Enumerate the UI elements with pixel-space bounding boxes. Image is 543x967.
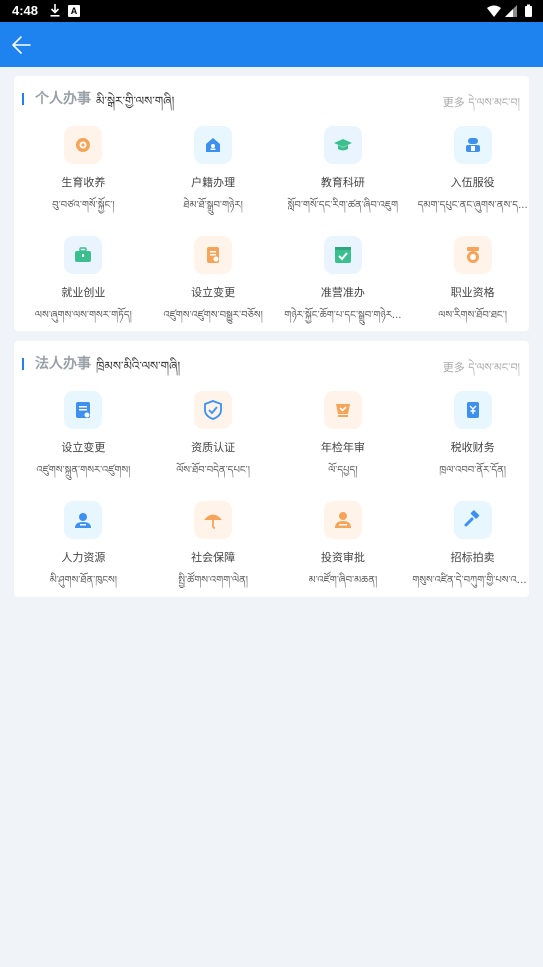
service-item-human-resources[interactable]: 人力资源 མི་ཤུགས་ཐོན་ཁུངས། xyxy=(21,497,146,607)
service-label-tibetan: ལས་ཞུགས་ལས་གསར་གཏོད། xyxy=(34,310,132,321)
service-label-tibetan: ལས་རིགས་ཐོབ་ཐང་། xyxy=(438,310,507,321)
service-label-tibetan: ལོས་ཐོབ་བདེན་དཔང་། xyxy=(176,465,250,476)
service-label: 准营准办 xyxy=(320,286,365,299)
status-bar: 4:48 A xyxy=(0,0,543,22)
service-item-establishment-change[interactable]: 设立变更 འཛུགས་འཛུགས་བསྒྱུར་བཅོས། xyxy=(151,232,276,342)
status-icons xyxy=(487,4,532,17)
service-label: 税收财务 xyxy=(450,441,495,454)
section-title-tibetan: མི་སྒེར་གྱི་ལས་གཞི། xyxy=(96,94,175,108)
investor-icon xyxy=(323,501,362,539)
back-arrow-icon[interactable] xyxy=(8,29,40,61)
service-label-tibetan: འཛུགས་འཛུགས་བསྒྱུར་བཅོས། xyxy=(163,310,263,321)
service-item-education-research[interactable]: 教育科研 སློབ་གསོ་དང་རིག་ཚན་ཞིབ་འཇུག xyxy=(281,122,406,232)
shield-check-icon xyxy=(194,391,233,429)
wifi-icon xyxy=(487,5,501,17)
service-label-tibetan: བུ་བཙའ་གསོ་སྐྱོང་། xyxy=(52,200,115,211)
service-grid: 设立变更 འཛུགས་སྐྲུན་གསར་འཛུགས། 资质认证 ལོས་ཐོབ… xyxy=(14,387,534,607)
service-label: 设立变更 xyxy=(191,286,236,299)
service-label-tibetan: འཛུགས་སྐྲུན་གསར་འཛུགས། xyxy=(36,465,131,476)
service-label-tibetan: ཁྲལ་འབབ་ནོར་དོན། xyxy=(439,465,506,476)
checkbox-icon xyxy=(323,236,362,274)
service-item-business-permit[interactable]: 准营准办 གཉེར་སྐྱོང་ཆོག་པ་དང་སྒྲུབ་གཉེར... xyxy=(281,232,406,342)
service-label: 投资审批 xyxy=(320,551,365,564)
service-item-vocational-qualification[interactable]: 职业资格 ལས་རིགས་ཐོབ་ཐང་། xyxy=(410,232,535,342)
section-header: 个人办事 མི་སྒེར་གྱི་ལས་གཞི། 更多 དེ་ལས་མང་བ། xyxy=(14,76,529,118)
section-accent-bar xyxy=(22,93,24,105)
people-icon xyxy=(64,501,103,539)
soldier-icon xyxy=(453,126,492,164)
service-item-establishment-change[interactable]: 设立变更 འཛུགས་སྐྲུན་གསར་འཛུགས། xyxy=(21,387,146,497)
service-item-birth-adoption[interactable]: 生育收养 བུ་བཙའ་གསོ་སྐྱོང་། xyxy=(21,122,146,232)
service-label: 年检年审 xyxy=(320,441,365,454)
service-label: 户籍办理 xyxy=(191,176,236,189)
service-label: 教育科研 xyxy=(320,176,365,189)
service-label: 入伍服役 xyxy=(450,176,495,189)
service-label: 资质认证 xyxy=(191,441,236,454)
status-time: 4:48 xyxy=(12,3,39,18)
more-link[interactable]: 更多 དེ་ལས་མང་བ། xyxy=(443,90,520,121)
section-accent-bar xyxy=(22,358,24,370)
notification-a-icon: A xyxy=(68,5,80,17)
document-icon xyxy=(194,236,233,274)
service-grid: 生育收养 བུ་བཙའ་གསོ་སྐྱོང་། 户籍办理 ཐེམ་ཐོ་སྒྲུ… xyxy=(14,122,529,342)
umbrella-icon xyxy=(194,501,233,539)
service-label: 设立变更 xyxy=(61,441,106,454)
service-label: 职业资格 xyxy=(450,286,495,299)
service-item-qualification-certification[interactable]: 资质认证 ལོས་ཐོབ་བདེན་དཔང་། xyxy=(151,387,276,497)
graduation-cap-icon xyxy=(323,126,362,164)
service-item-tax-finance[interactable]: 税收财务 ཁྲལ་འབབ་ནོར་དོན། xyxy=(410,387,535,497)
service-item-bidding-auction[interactable]: 招标拍卖 གསུས་འཛིན་དེ་བཀུག་གྱི་པས་འཚོང་། xyxy=(410,497,535,607)
annual-review-icon xyxy=(323,391,362,429)
service-label-tibetan: ལོ་དཔྱད། xyxy=(328,465,358,476)
service-label-tibetan: དམག་དཔུང་ནང་ཞུགས་ནས་ད... xyxy=(417,200,528,211)
service-item-investment-approval[interactable]: 投资审批 མ་འཛོག་ཞིབ་མཆན། xyxy=(281,497,406,607)
download-icon xyxy=(50,4,60,17)
service-item-military-service[interactable]: 入伍服役 དམག་དཔུང་ནང་ཞུགས་ནས་ད... xyxy=(410,122,535,232)
service-label-tibetan: སྤྱི་ཚོགས་འགག་ལེན། xyxy=(178,575,248,586)
service-label-tibetan: མི་ཤུགས་ཐོན་ཁུངས། xyxy=(49,575,117,586)
form-icon xyxy=(64,391,103,429)
legal-entity-affairs-section: 法人办事 ཁྲིམས་མིའི་ལས་གཞི། 更多 དེ་ལས་མང་བ། 设… xyxy=(14,341,534,597)
service-label: 社会保障 xyxy=(191,551,236,564)
service-item-social-security[interactable]: 社会保障 སྤྱི་ཚོགས་འགག་ལེན། xyxy=(151,497,276,607)
service-label: 人力资源 xyxy=(61,551,106,564)
service-label-tibetan: གསུས་འཛིན་དེ་བཀུག་གྱི་པས་འཚོང་། xyxy=(412,575,534,586)
briefcase-icon xyxy=(64,236,103,274)
medal-icon xyxy=(453,236,492,274)
section-title: 个人办事 xyxy=(35,91,91,107)
service-label: 就业创业 xyxy=(61,286,106,299)
service-label-tibetan: ཐེམ་ཐོ་སྒྲུབ་གཉེར། xyxy=(183,200,243,211)
battery-icon xyxy=(525,4,532,17)
more-link[interactable]: 更多 དེ་ལས་མང་བ། xyxy=(443,355,520,386)
section-title: 法人办事 xyxy=(35,356,91,372)
service-label-tibetan: སློབ་གསོ་དང་རིག་ཚན་ཞིབ་འཇུག xyxy=(287,200,399,211)
service-label-tibetan: མ་འཛོག་ཞིབ་མཆན། xyxy=(308,575,378,586)
house-icon xyxy=(194,126,233,164)
section-header: 法人办事 ཁྲིམས་མིའི་ལས་གཞི། 更多 དེ་ལས་མང་བ། xyxy=(14,341,529,383)
signal-icon xyxy=(505,5,517,17)
section-title-tibetan: ཁྲིམས་མིའི་ལས་གཞི། xyxy=(96,359,181,373)
baby-icon xyxy=(64,126,103,164)
service-item-household-registration[interactable]: 户籍办理 ཐེམ་ཐོ་སྒྲུབ་གཉེར། xyxy=(151,122,276,232)
gavel-icon xyxy=(453,501,492,539)
service-item-employment[interactable]: 就业创业 ལས་ཞུགས་ལས་གསར་གཏོད། xyxy=(21,232,146,342)
personal-affairs-section: 个人办事 མི་སྒེར་གྱི་ལས་གཞི། 更多 དེ་ལས་མང་བ། … xyxy=(14,76,529,331)
tax-icon xyxy=(453,391,492,429)
service-item-annual-inspection[interactable]: 年检年审 ལོ་དཔྱད། xyxy=(281,387,406,497)
service-label-tibetan: གཉེར་སྐྱོང་ཆོག་པ་དང་སྒྲུབ་གཉེར... xyxy=(284,310,402,321)
app-bar xyxy=(0,22,543,67)
service-label: 招标拍卖 xyxy=(450,551,495,564)
service-label: 生育收养 xyxy=(61,176,106,189)
